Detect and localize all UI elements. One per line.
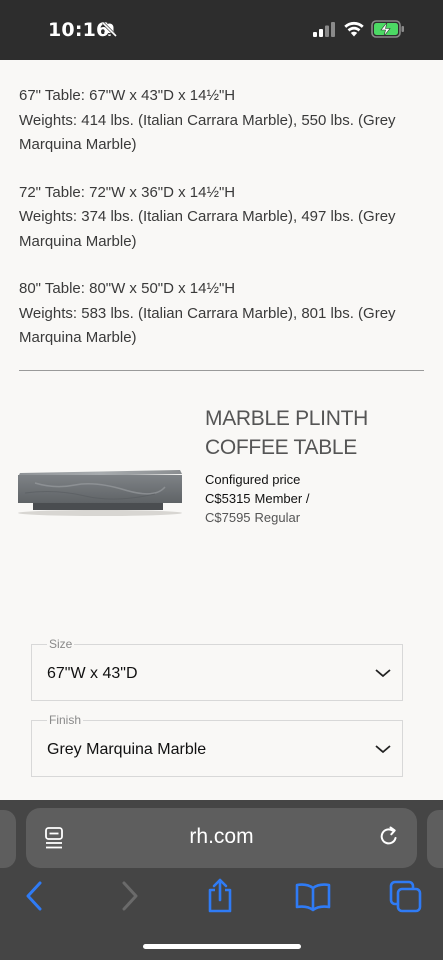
url-text[interactable]: rh.com xyxy=(26,825,417,849)
spec-weights: Weights: 583 lbs. (Italian Carrara Marbl… xyxy=(19,304,396,347)
spec-weights: Weights: 414 lbs. (Italian Carrara Marbl… xyxy=(19,111,396,154)
configured-price-label: Configured price xyxy=(205,472,301,487)
section-divider xyxy=(19,370,424,371)
forward-icon[interactable] xyxy=(118,880,140,912)
bookmarks-icon[interactable] xyxy=(295,882,331,912)
spec-dimension: 72" Table: 72"W x 36"D x 14½"H xyxy=(19,183,236,201)
member-price: C$5315 Member / xyxy=(205,491,309,506)
status-bar: 10:16 xyxy=(0,0,443,60)
previous-tab-peek[interactable] xyxy=(0,810,16,868)
tabs-icon[interactable] xyxy=(389,880,423,914)
browser-toolbar: rh.com xyxy=(0,800,443,960)
size-select-value: 67"W x 43"D xyxy=(47,665,138,682)
finish-select-value: Grey Marquina Marble xyxy=(47,741,207,758)
product-title-line: MARBLE PLINTH xyxy=(205,407,368,430)
product-title: MARBLE PLINTH COFFEE TABLE xyxy=(205,404,368,462)
address-bar[interactable]: rh.com xyxy=(26,808,417,868)
cell-signal-icon xyxy=(313,22,335,37)
spec-dimension: 67" Table: 67"W x 43"D x 14½"H xyxy=(19,87,236,104)
spec-block: 72" Table: 72"W x 36"D x 14½"H Weights: … xyxy=(19,181,424,255)
regular-price-label: Regular xyxy=(254,510,301,525)
regular-price-amount: C$7595 xyxy=(205,510,251,525)
share-icon[interactable] xyxy=(205,878,235,914)
spec-block: 80" Table: 80"W x 50"D x 14½"H Weights: … xyxy=(19,277,424,351)
member-price-label: Member / xyxy=(254,491,310,506)
next-tab-peek[interactable] xyxy=(427,810,443,868)
dimension-specs: 67" Table: 67"W x 43"D x 14½"H Weights: … xyxy=(19,84,424,374)
spec-dimension: 80" Table: 80"W x 50"D x 14½"H xyxy=(19,280,236,297)
back-icon[interactable] xyxy=(24,880,46,912)
finish-select-label: Finish xyxy=(47,713,84,727)
bell-muted-icon xyxy=(101,21,118,38)
spec-block: 67" Table: 67"W x 43"D x 14½"H Weights: … xyxy=(19,84,424,158)
wifi-icon xyxy=(344,21,364,37)
product-image[interactable] xyxy=(15,468,185,518)
spec-weights: Weights: 374 lbs. (Italian Carrara Marbl… xyxy=(19,208,396,250)
size-select[interactable]: Size 67"W x 43"D xyxy=(31,637,403,701)
product-title-line: COFFEE TABLE xyxy=(205,436,357,459)
chevron-down-icon xyxy=(375,745,391,754)
home-indicator xyxy=(143,944,301,949)
finish-select[interactable]: Finish Grey Marquina Marble xyxy=(31,713,403,777)
regular-price: C$7595 Regular xyxy=(205,510,300,525)
size-select-label: Size xyxy=(47,637,75,651)
chevron-down-icon xyxy=(375,669,391,678)
member-price-amount: C$5315 xyxy=(205,491,251,506)
battery-charging-icon xyxy=(371,20,404,38)
reload-icon[interactable] xyxy=(377,825,401,849)
